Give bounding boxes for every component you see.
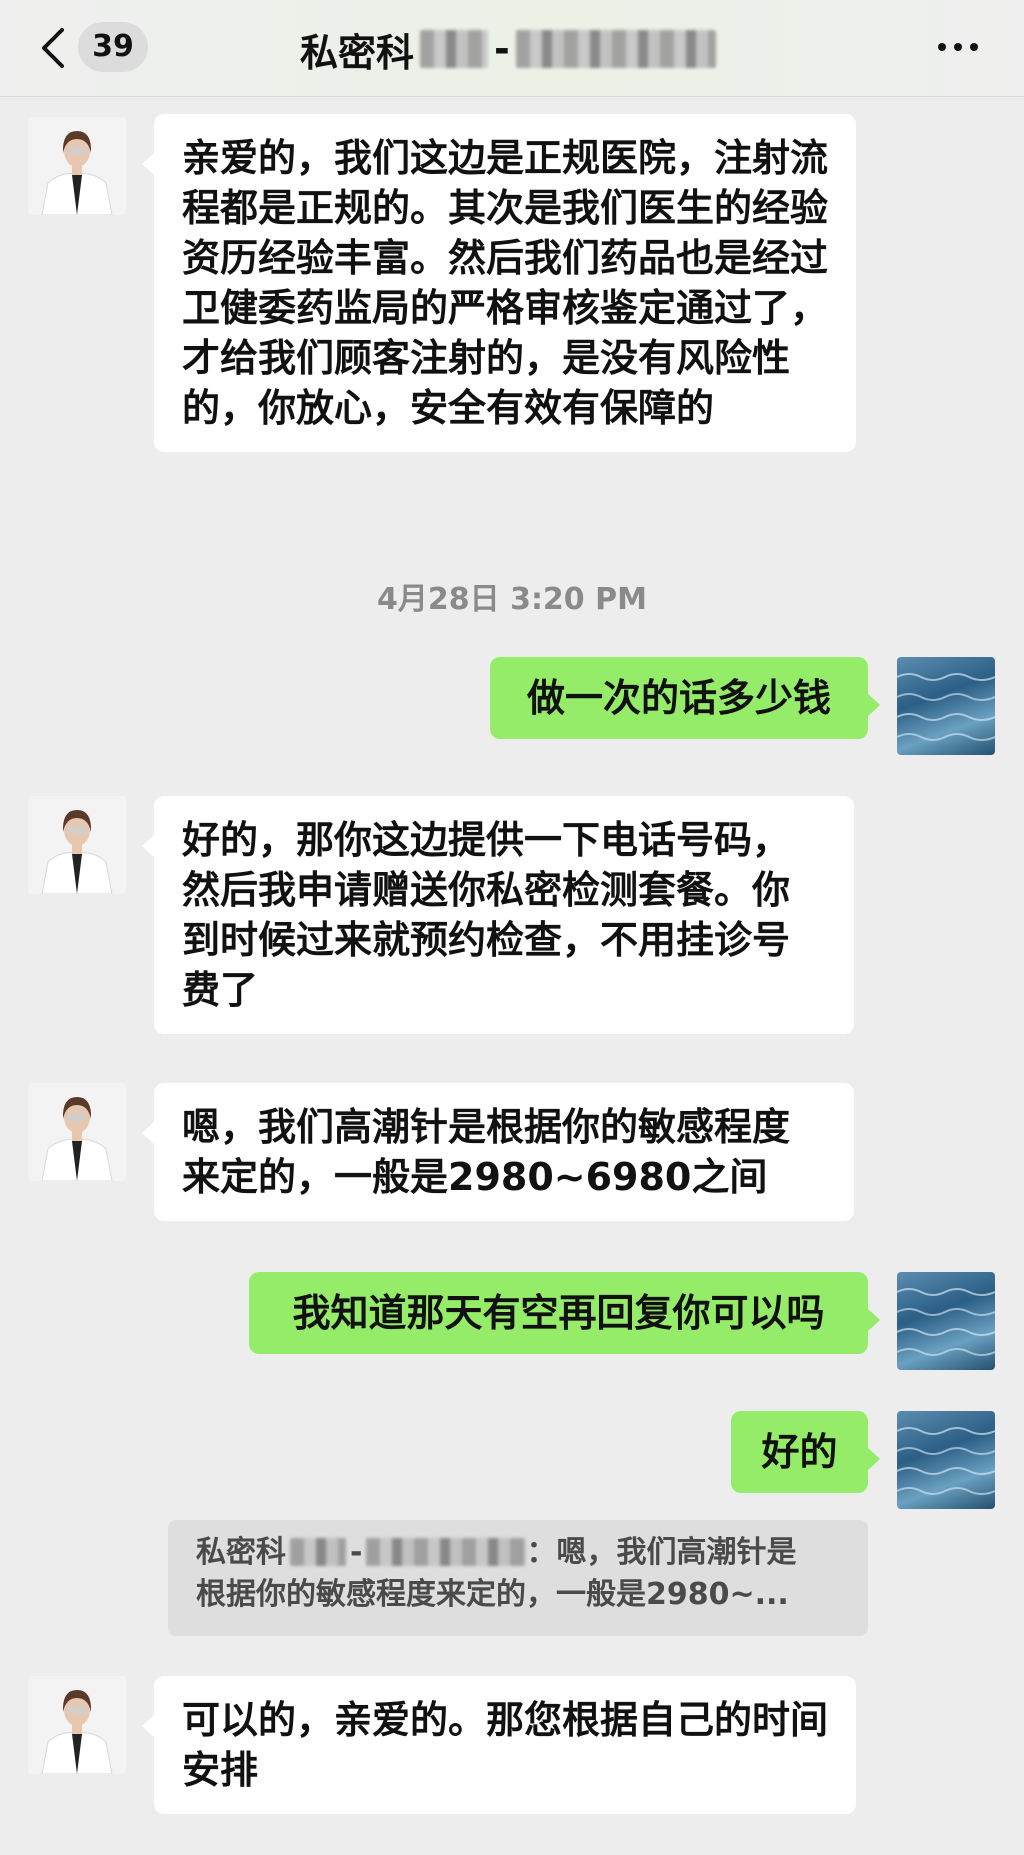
quoted-message[interactable]: 私密科 - ：嗯，我们高潮针是 根据你的敏感程度来定的，一般是2980~... (168, 1520, 868, 1636)
quote-separator: - (350, 1535, 363, 1570)
blurred-name-part (290, 1538, 346, 1566)
quote-line-2: 根据你的敏感程度来定的，一般是2980~... (196, 1577, 789, 1612)
chat-title-prefix: 私密科 (300, 30, 415, 75)
sea-avatar-icon (897, 1427, 995, 1495)
incoming-message[interactable]: 亲爱的，我们这边是正规医院，注射流程都是正规的。其次是我们医生的经验资历经验丰富… (142, 114, 856, 452)
my-avatar[interactable] (897, 657, 995, 755)
message-timestamp: 4月28日 3:20 PM (377, 582, 647, 617)
chat-header: 39 私密科 - (0, 0, 1024, 97)
contact-avatar[interactable] (28, 796, 126, 894)
contact-avatar[interactable] (28, 1083, 126, 1181)
quote-sender-prefix: 私密科 (196, 1535, 286, 1570)
quote-line-1: 私密科 - ：嗯，我们高潮针是 (196, 1532, 840, 1574)
sea-avatar-icon (897, 1288, 995, 1356)
incoming-message[interactable]: 嗯，我们高潮针是根据你的敏感程度来定的，一般是2980~6980之间 (142, 1083, 854, 1221)
blurred-name-part (515, 30, 716, 68)
chat-title: 私密科 - (300, 22, 716, 76)
outgoing-message[interactable]: 我知道那天有空再回复你可以吗 (249, 1272, 880, 1354)
contact-avatar[interactable] (28, 1676, 126, 1774)
incoming-message[interactable]: 可以的，亲爱的。那您根据自己的时间安排 (142, 1676, 856, 1814)
chat-title-separator: - (494, 27, 510, 71)
doctor-avatar-icon (28, 117, 126, 215)
sea-avatar-icon (897, 673, 995, 741)
more-options-icon[interactable] (934, 36, 982, 58)
incoming-message[interactable]: 好的，那你这边提供一下电话号码，然后我申请赠送你私密检测套餐。你到时候过来就预约… (142, 796, 854, 1034)
unread-count-badge[interactable]: 39 (78, 22, 148, 72)
doctor-avatar-icon (28, 1083, 126, 1181)
blurred-name-part (420, 30, 489, 68)
outgoing-message[interactable]: 好的 (731, 1411, 880, 1493)
blurred-name-part (366, 1538, 527, 1566)
my-avatar[interactable] (897, 1411, 995, 1509)
quote-text-line1: ：嗯，我们高潮针是 (526, 1535, 797, 1570)
doctor-avatar-icon (28, 796, 126, 894)
my-avatar[interactable] (897, 1272, 995, 1370)
back-chevron-icon[interactable] (34, 24, 74, 72)
contact-avatar[interactable] (28, 117, 126, 215)
doctor-avatar-icon (28, 1676, 126, 1774)
outgoing-message[interactable]: 做一次的话多少钱 (490, 657, 880, 739)
